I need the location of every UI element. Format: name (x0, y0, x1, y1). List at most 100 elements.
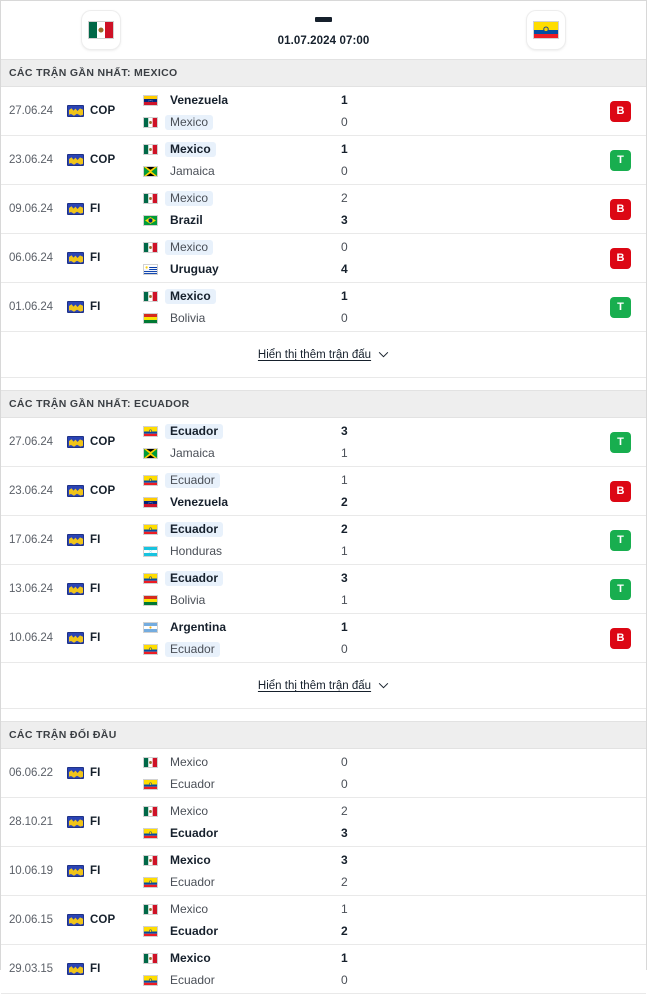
table-row[interactable]: 23.06.24 COP Ecuador Venezuela 1 2 B (1, 467, 646, 516)
teams-cell: Venezuela Mexico (137, 93, 319, 130)
home-team-line[interactable]: Ecuador (143, 570, 319, 586)
home-team-badge (82, 11, 120, 49)
competition-globe-icon (67, 105, 84, 117)
competition-globe-icon (67, 963, 84, 975)
result-cell: T (610, 431, 646, 453)
table-row[interactable]: 06.06.22 FI Mexico Ecuador 0 0 (1, 749, 646, 798)
result-cell: T (610, 149, 646, 171)
home-score: 1 (341, 472, 348, 487)
competition-cell: FI (67, 301, 137, 313)
home-team-line[interactable]: Mexico (143, 190, 319, 206)
home-team-line[interactable]: Argentina (143, 620, 319, 635)
show-more-matches-link[interactable]: Hiển thị thêm trận đấu (258, 680, 389, 692)
away-team-name: Uruguay (170, 261, 219, 276)
home-team-line[interactable]: Ecuador (143, 423, 319, 439)
teams-cell: Mexico Uruguay (137, 239, 319, 277)
competition-cell: FI (67, 816, 137, 828)
home-team-line[interactable]: Mexico (143, 239, 319, 255)
away-team-line[interactable]: Ecuador (143, 641, 319, 657)
table-row[interactable]: 23.06.24 COP Mexico Jamaica 1 0 T (1, 136, 646, 185)
teams-cell: Mexico Ecuador (137, 755, 319, 792)
match-date: 10.06.19 (9, 865, 53, 877)
competition-label: COP (90, 154, 116, 166)
away-score: 0 (341, 776, 348, 791)
home-team-line[interactable]: Mexico (143, 853, 319, 868)
table-row[interactable]: 27.06.24 COP Ecuador Jamaica 3 1 T (1, 418, 646, 467)
show-more-label: Hiển thị thêm trận đấu (257, 348, 372, 361)
away-team-name: Honduras (170, 543, 223, 558)
home-team-line[interactable]: Ecuador (143, 472, 319, 488)
competition-label: FI (90, 816, 101, 828)
home-team-line[interactable]: Ecuador (143, 521, 319, 537)
table-row[interactable]: 17.06.24 FI Ecuador Honduras 2 1 T (1, 516, 646, 565)
away-score: 3 (341, 825, 348, 840)
match-date: 06.06.22 (9, 767, 53, 779)
away-team-line[interactable]: Uruguay (143, 262, 319, 277)
home-team-line[interactable]: Mexico (143, 902, 319, 917)
away-team-name: Bolivia (170, 310, 206, 325)
away-team-line[interactable]: Ecuador (143, 973, 319, 988)
home-score: 2 (341, 190, 348, 205)
competition-label: FI (90, 632, 101, 644)
competition-globe-icon (67, 632, 84, 644)
competition-cell: COP (67, 154, 137, 166)
table-row[interactable]: 06.06.24 FI Mexico Uruguay 0 4 B (1, 234, 646, 283)
result-cell: T (610, 296, 646, 318)
home-team-name: Mexico (165, 288, 216, 304)
table-row[interactable]: 27.06.24 COP Venezuela Mexico 1 0 B (1, 87, 646, 136)
match-date: 28.10.21 (9, 816, 53, 828)
section-ecuador-form: CÁC TRẬN GẦN NHẤT: ECUADOR 27.06.24 COP Ecu… (1, 390, 646, 721)
away-team-line[interactable]: Bolivia (143, 593, 319, 608)
home-team-line[interactable]: Mexico (143, 288, 319, 304)
away-team-line[interactable]: Honduras (143, 544, 319, 559)
match-center-block: 01.07.2024 07:00 (201, 13, 446, 47)
away-team-line[interactable]: Ecuador (143, 924, 319, 939)
home-score: 0 (341, 239, 348, 254)
home-score: 1 (341, 288, 348, 303)
home-team-block[interactable] (1, 11, 201, 49)
competition-cell: COP (67, 436, 137, 448)
away-score: 2 (341, 494, 348, 509)
teams-cell: Mexico Jamaica (137, 141, 319, 179)
score-placeholder (315, 17, 332, 22)
home-score: 1 (341, 950, 348, 965)
table-row[interactable]: 10.06.24 FI Argentina Ecuador 1 0 B (1, 614, 646, 663)
section-title-head-to-head: CÁC TRẬN ĐỐI ĐẦU (1, 721, 646, 749)
home-team-line[interactable]: Mexico (143, 951, 319, 966)
away-team-line[interactable]: Ecuador (143, 826, 319, 841)
away-team-line[interactable]: Venezuela (143, 495, 319, 510)
away-team-line[interactable]: Bolivia (143, 311, 319, 326)
home-team-name: Ecuador (165, 423, 224, 439)
teams-cell: Mexico Ecuador (137, 902, 319, 939)
home-team-line[interactable]: Venezuela (143, 93, 319, 108)
away-team-badge (527, 11, 565, 49)
kickoff-time: 01.07.2024 07:00 (277, 35, 370, 47)
section-mexico-form: CÁC TRẬN GẦN NHẤT: MEXICO 27.06.24 COP Vene… (1, 59, 646, 390)
away-team-block[interactable] (446, 11, 646, 49)
away-team-line[interactable]: Ecuador (143, 875, 319, 890)
away-team-line[interactable]: Mexico (143, 114, 319, 130)
table-row[interactable]: 01.06.24 FI Mexico Bolivia 1 0 T (1, 283, 646, 332)
away-score: 1 (341, 445, 348, 460)
match-detail-page: 01.07.2024 07:00 CÁC TRẬN GẦN NHẤT: MEXI… (0, 0, 647, 994)
away-score: 4 (341, 261, 348, 276)
home-team-line[interactable]: Mexico (143, 141, 319, 157)
table-row[interactable]: 10.06.19 FI Mexico Ecuador 3 2 (1, 847, 646, 896)
home-score: 2 (341, 521, 348, 536)
home-team-line[interactable]: Mexico (143, 755, 319, 770)
home-team-line[interactable]: Mexico (143, 804, 319, 819)
competition-globe-icon (67, 534, 84, 546)
away-team-name: Jamaica (170, 163, 215, 178)
table-row[interactable]: 20.06.15 COP Mexico Ecuador 1 2 (1, 896, 646, 945)
home-team-name: Ecuador (165, 472, 220, 488)
away-team-line[interactable]: Jamaica (143, 164, 319, 179)
table-row[interactable]: 09.06.24 FI Mexico Brazil 2 3 B (1, 185, 646, 234)
home-team-name: Mexico (165, 141, 216, 157)
table-row[interactable]: 13.06.24 FI Ecuador Bolivia 3 1 T (1, 565, 646, 614)
show-more-matches-link[interactable]: Hiển thị thêm trận đấu (258, 349, 389, 361)
away-team-line[interactable]: Brazil (143, 213, 319, 228)
away-team-line[interactable]: Ecuador (143, 777, 319, 792)
away-team-line[interactable]: Jamaica (143, 446, 319, 461)
chevron-down-icon (378, 682, 389, 689)
table-row[interactable]: 28.10.21 FI Mexico Ecuador 2 3 (1, 798, 646, 847)
